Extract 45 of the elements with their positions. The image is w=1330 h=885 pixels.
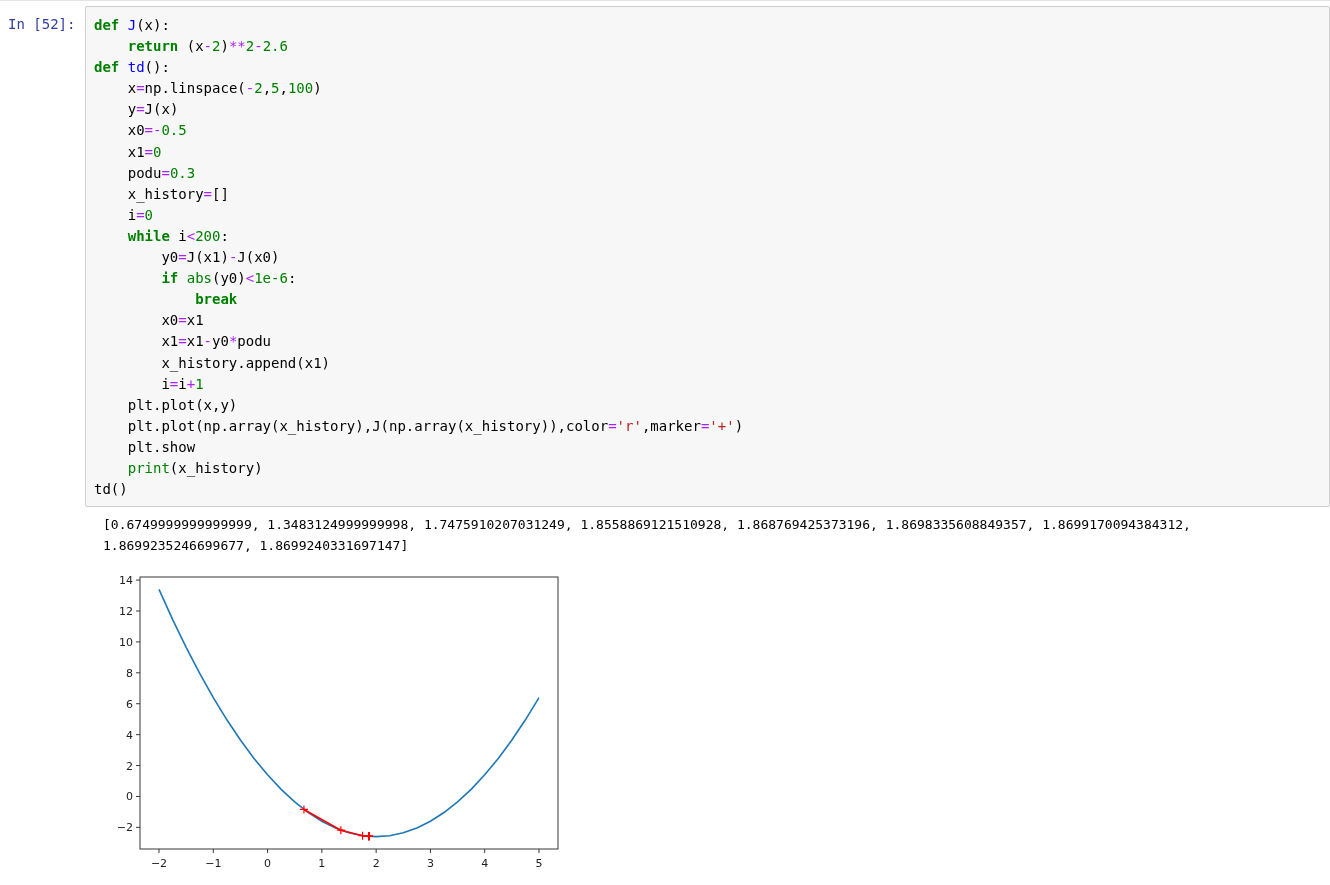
code-line: plt.plot(x,y) (126, 395, 238, 415)
code-line: return (x-2)**2-2.6 (126, 37, 288, 57)
code-line: while i<200: (126, 226, 229, 246)
tick-label: 12 (119, 605, 133, 619)
tick-label: −2 (150, 857, 168, 871)
code-line: y0=J(x1)-J(x0) (160, 248, 280, 268)
tick-label: 4 (481, 857, 489, 871)
point (299, 804, 309, 815)
code-line: podu=0.3 (126, 163, 196, 183)
tick-label: −2 (116, 821, 133, 835)
code-line: x1=x1-y0*podu (160, 332, 272, 352)
code-line: x_history.append(x1) (160, 353, 330, 374)
code-line: y=J(x) (126, 100, 179, 120)
tick-label: 1 (318, 857, 326, 871)
code-line: x_history=[] (126, 184, 229, 205)
output-text: [0.6749999999999999, 1.3483124999999998, 1.7475910207031249, 1.8558869121510928, 1.868769425373196, 1.8698335608849357, 1.8699170094384312, 1.8699235246699677, 1.8699240331697147] (103, 516, 1192, 556)
code-line: td() (94, 480, 128, 500)
tick-label: 5 (535, 857, 543, 871)
code-line: plt.show (126, 437, 196, 457)
code-line: def J(x): (94, 16, 170, 35)
tick-label: 2 (372, 857, 380, 871)
tick-label: 0 (264, 857, 272, 871)
point (336, 825, 346, 835)
code-line: x=np.linspace(-2,5,100) (126, 79, 322, 99)
code-line: def td(): (94, 58, 170, 78)
code-line: if abs(y0)<1e-6: (160, 269, 297, 289)
code-line: i=i+1 (160, 374, 204, 394)
tick-label: 14 (119, 574, 133, 588)
tick-label: 6 (126, 697, 133, 711)
tick-label: 3 (426, 857, 434, 871)
code-line: i=0 (126, 205, 154, 225)
tick-label: 2 (126, 759, 133, 773)
code-editor[interactable] (85, 6, 1330, 508)
tick-label: −1 (205, 857, 222, 871)
tick-label: 10 (119, 636, 133, 650)
code-line: x0=x1 (160, 311, 204, 331)
tick-label: 4 (126, 728, 133, 742)
code-line: x0=-0.5 (126, 121, 187, 141)
code-line: print(x_history) (126, 458, 263, 479)
cell-prompt: In [52]: (7, 15, 77, 32)
code-line: plt.plot(np.array(x_history),J(np.array(x_history)),color='r',marker='+') (126, 416, 744, 437)
tick-label: 0 (126, 790, 133, 804)
tick-label: 8 (126, 666, 133, 680)
code-line: x1=0 (126, 142, 162, 162)
code-line: break (194, 290, 238, 310)
